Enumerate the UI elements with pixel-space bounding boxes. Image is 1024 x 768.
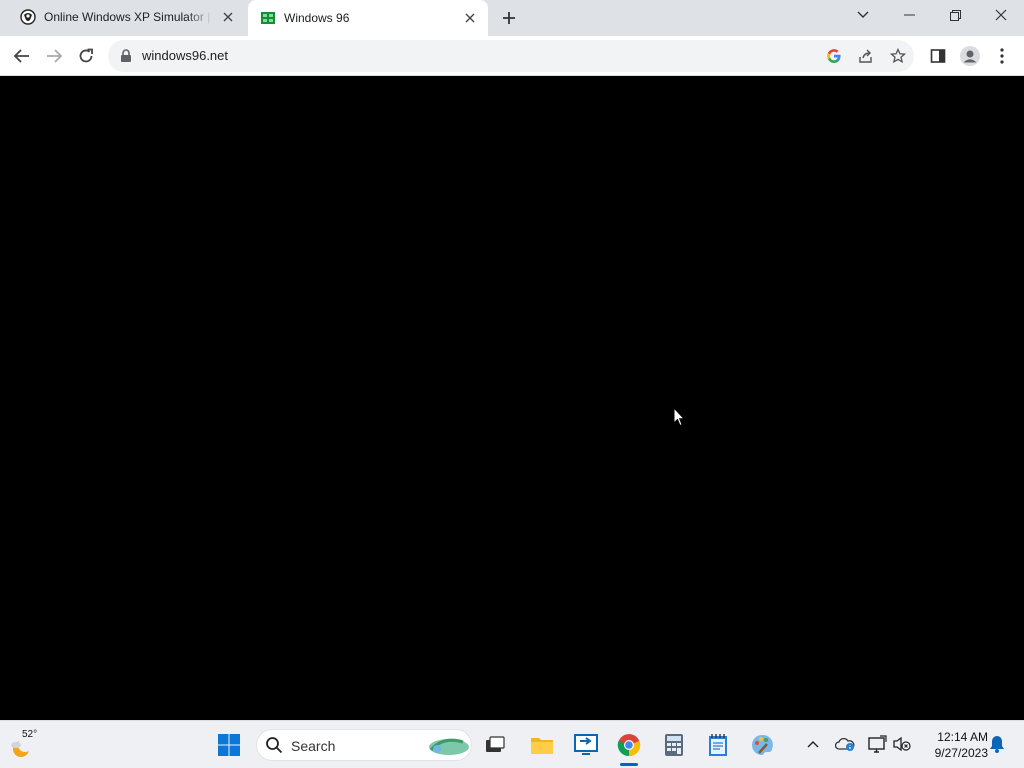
minimize-icon	[903, 14, 915, 16]
mouse-cursor-icon	[673, 407, 685, 427]
screen: Online Windows XP Simulator | Windows 96	[0, 0, 1024, 768]
reload-icon	[79, 48, 93, 63]
star-icon	[890, 48, 906, 64]
tab-search-button[interactable]	[840, 0, 886, 30]
close-tab-icon[interactable]	[218, 7, 238, 27]
back-button[interactable]	[8, 42, 36, 70]
show-hidden-icons-button[interactable]	[802, 733, 824, 755]
profile-button[interactable]	[956, 42, 984, 70]
file-explorer-icon	[531, 738, 553, 754]
clock-time: 12:14 AM	[937, 730, 988, 744]
start-button[interactable]	[213, 729, 245, 761]
taskbar-search-box[interactable]: Search	[256, 729, 472, 761]
chevron-down-icon	[857, 11, 869, 18]
arrow-left-icon	[14, 49, 29, 63]
tray-volume[interactable]	[891, 733, 913, 755]
url-text[interactable]: windows96.net	[142, 48, 228, 63]
chrome-active-indicator	[620, 763, 638, 766]
search-label: Search	[291, 738, 336, 754]
tab-online-windows-xp-simulator[interactable]: Online Windows XP Simulator |	[8, 0, 246, 34]
more-vertical-icon	[1000, 48, 1004, 64]
page-viewport[interactable]	[0, 77, 1024, 720]
google-lens-button[interactable]	[824, 46, 844, 66]
taskbar-remote-desktop[interactable]	[570, 729, 602, 761]
share-icon	[859, 49, 872, 63]
taskbar-clock[interactable]: 12:14 AM 9/27/2023	[918, 729, 988, 761]
tab-strip: Online Windows XP Simulator | Windows 96	[0, 0, 1024, 36]
paint-icon	[752, 734, 773, 755]
google-icon	[827, 49, 841, 63]
chevron-up-icon	[807, 741, 819, 748]
share-button[interactable]	[856, 46, 876, 66]
cloud-info-icon	[835, 737, 855, 751]
calculator-icon	[665, 734, 683, 756]
close-window-button[interactable]	[978, 0, 1024, 30]
remote-desktop-icon	[574, 734, 598, 755]
taskbar-file-explorer[interactable]	[526, 729, 558, 761]
tab-windows-96[interactable]: Windows 96	[248, 0, 488, 36]
close-icon	[995, 9, 1007, 21]
tray-onedrive[interactable]	[834, 733, 856, 755]
restore-icon	[949, 9, 961, 21]
windows-start-icon	[218, 734, 240, 756]
tab-title: Windows 96	[284, 11, 350, 25]
taskbar-notepad[interactable]	[702, 729, 734, 761]
task-view-icon	[486, 736, 505, 752]
tab-title: Online Windows XP Simulator |	[44, 10, 211, 24]
task-view-button[interactable]	[479, 729, 511, 761]
notifications-button[interactable]	[986, 733, 1008, 755]
address-bar[interactable]: windows96.net	[108, 40, 914, 72]
taskbar-paint[interactable]	[746, 729, 778, 761]
reload-button[interactable]	[72, 42, 100, 70]
lock-icon[interactable]	[120, 49, 132, 63]
arrow-right-icon	[47, 49, 62, 63]
side-panel-icon	[930, 49, 946, 63]
close-tab-icon[interactable]	[460, 8, 480, 28]
side-panel-button[interactable]	[924, 42, 952, 70]
bell-icon	[990, 736, 1004, 753]
search-icon	[266, 737, 283, 754]
search-highlight-icon	[429, 738, 469, 755]
new-tab-button[interactable]	[497, 6, 521, 30]
avatar-icon	[960, 46, 980, 66]
windows96-favicon-icon	[261, 12, 275, 24]
notepad-icon	[709, 734, 727, 756]
weather-widget[interactable]: 52°	[8, 727, 44, 763]
clock-date: 9/27/2023	[934, 746, 988, 760]
speaker-muted-icon	[893, 736, 911, 752]
plus-icon	[503, 12, 515, 24]
bookmark-button[interactable]	[888, 46, 908, 66]
weather-temperature: 52°	[22, 729, 38, 740]
menu-button[interactable]	[988, 42, 1016, 70]
xp-simulator-favicon-icon	[20, 9, 36, 25]
taskbar-calculator[interactable]	[658, 729, 690, 761]
browser-toolbar: windows96.net	[0, 36, 1024, 76]
network-monitor-icon	[868, 735, 887, 753]
forward-button[interactable]	[40, 42, 68, 70]
tray-network[interactable]	[866, 733, 888, 755]
taskbar: 52° Search 12:14 AM 9/27/2023	[0, 720, 1024, 768]
minimize-button[interactable]	[886, 0, 932, 30]
restore-button[interactable]	[932, 0, 978, 30]
chrome-icon	[617, 734, 641, 757]
taskbar-chrome[interactable]	[613, 729, 645, 761]
